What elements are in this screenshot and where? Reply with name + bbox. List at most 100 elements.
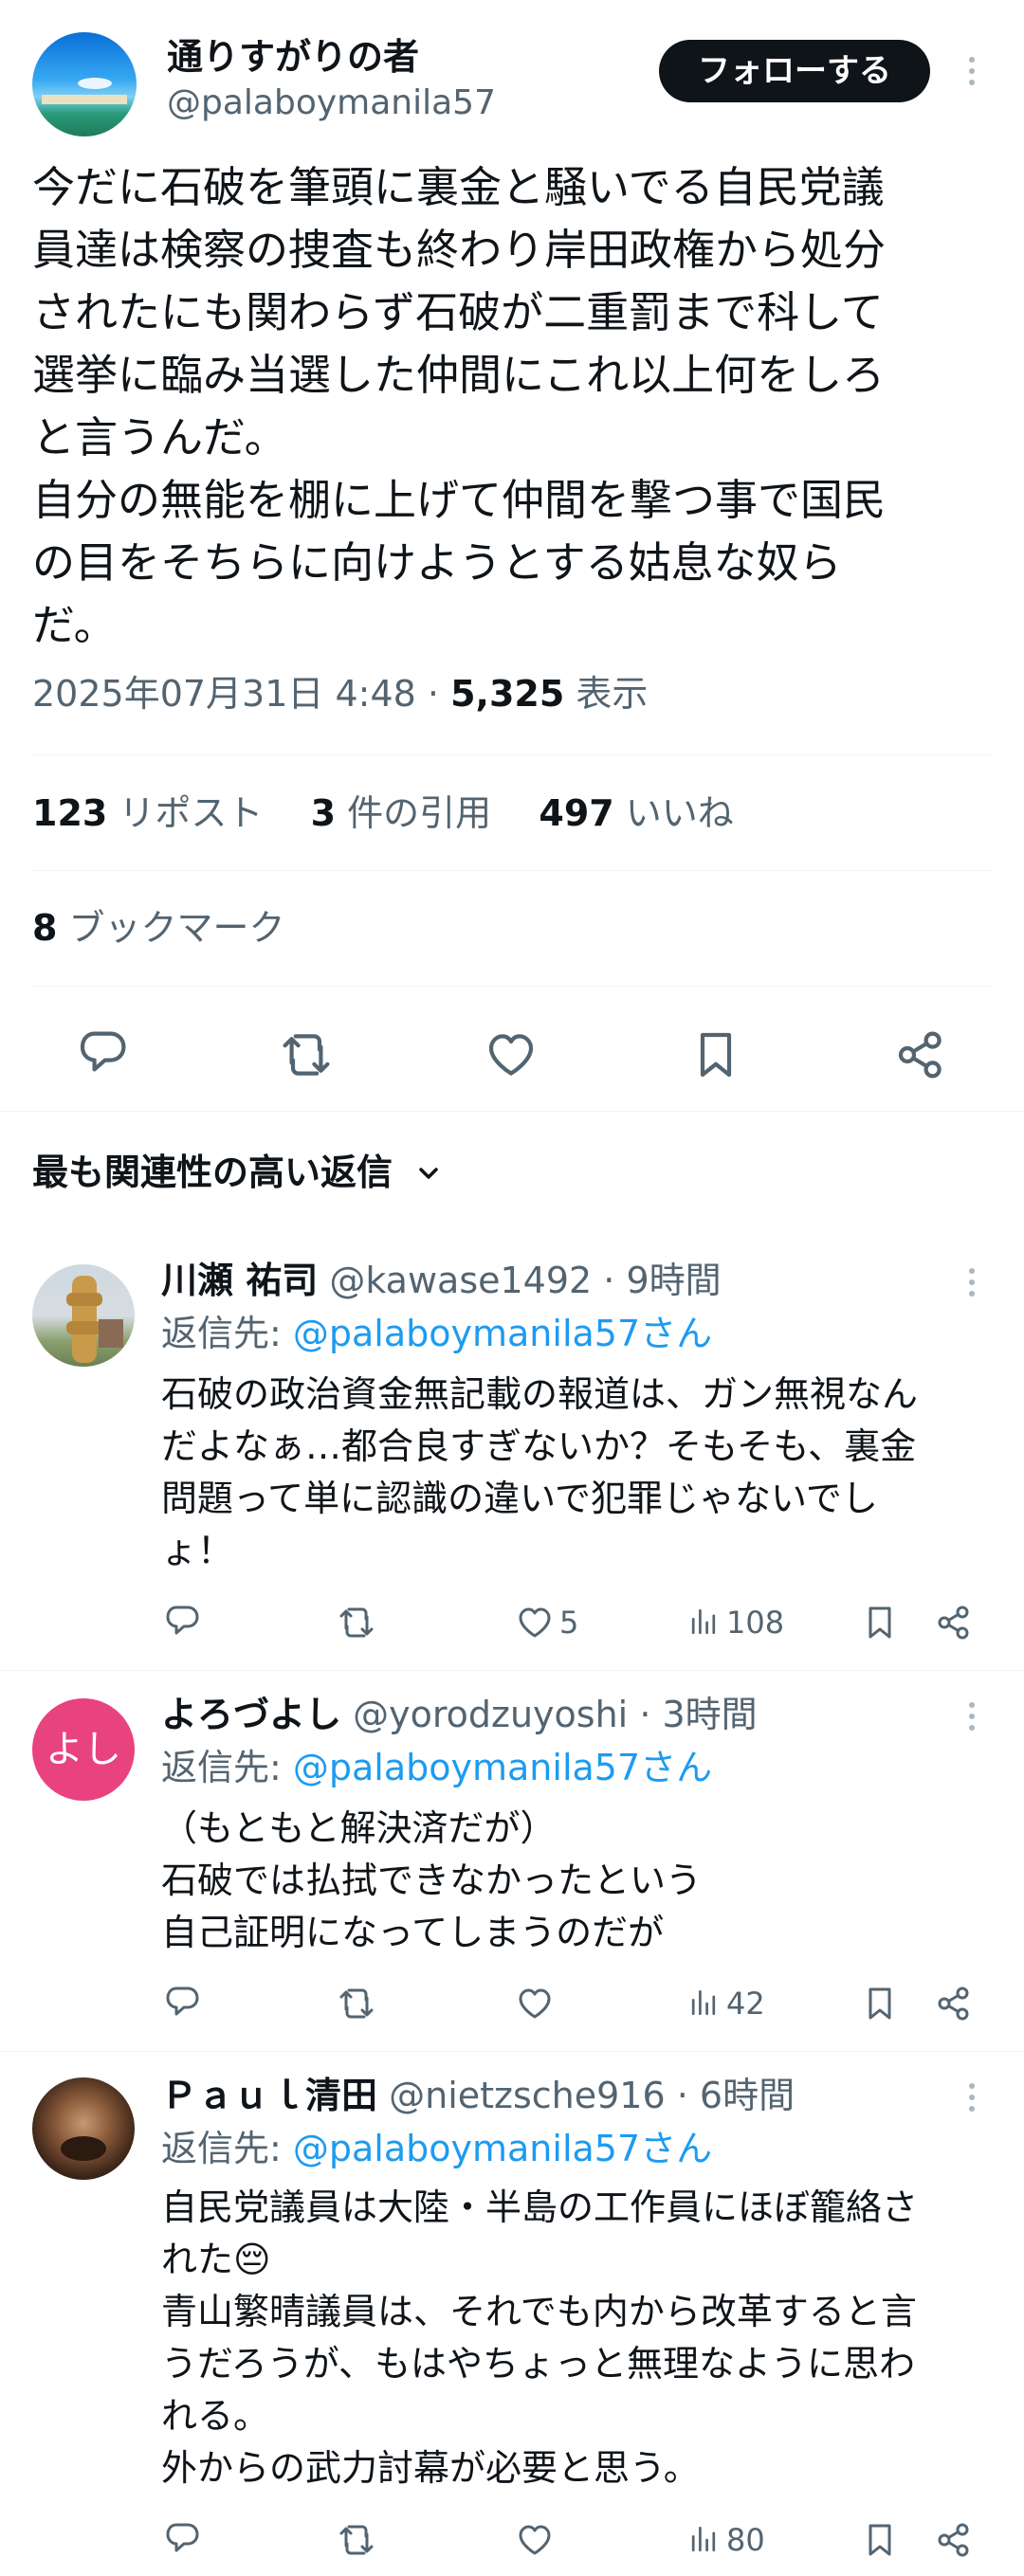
more-icon[interactable] (969, 1268, 977, 1302)
share-icon[interactable] (935, 2521, 973, 2559)
bookmark-icon[interactable] (861, 1985, 899, 2023)
author-avatar[interactable] (32, 32, 137, 136)
views-count: 80 (726, 2522, 765, 2558)
reply-icon[interactable] (163, 1604, 201, 1642)
reply-author-name[interactable]: Ｐａｕｌ清田 (161, 2075, 377, 2116)
more-icon[interactable] (969, 1702, 977, 1736)
reply-time[interactable]: · 6時間 (677, 2075, 795, 2116)
reply-to-line: 返信先: @palaboymanila57さん (161, 1310, 712, 1357)
share-icon[interactable] (935, 1985, 973, 2023)
reply-to-line: 返信先: @palaboymanila57さん (161, 2125, 712, 2172)
post-text-line: と言うんだ。 (32, 412, 287, 463)
reply-author-handle[interactable]: @yorodzuyoshi (353, 1694, 628, 1735)
reposts-label: リポスト (119, 792, 264, 834)
reply-text-line: 青山繁晴議員は、それでも内から改革すると言 (161, 2291, 917, 2332)
reply-author-name[interactable]: 川瀬 祐司 (161, 1260, 318, 1301)
share-icon[interactable] (894, 1028, 947, 1081)
avatar[interactable] (32, 2077, 135, 2180)
post-text-line: 選挙に臨み当選した仲間にこれ以上何をしろ (32, 350, 886, 400)
reply-author-handle[interactable]: @nietzsche916 (389, 2075, 666, 2116)
likes-label: いいね (625, 792, 734, 834)
reply-text-line: だよなぁ…都合良すぎないか？そもそも、裏金 (161, 1425, 917, 1467)
bookmarks-label: ブックマーク (68, 907, 285, 949)
reply-time[interactable]: · 9時間 (603, 1260, 721, 1301)
repost-icon[interactable] (280, 1028, 333, 1081)
avatar[interactable] (32, 1264, 135, 1367)
views-icon[interactable] (686, 2521, 721, 2559)
replies-sort-dropdown[interactable]: 最も関連性の高い返信 (32, 1149, 443, 1199)
reply-icon[interactable] (163, 2521, 201, 2559)
post-text-line: されたにも関わらず石破が二重罰まで科して (32, 287, 884, 337)
post-text-line: の目をそちらに向けようとする姑息な奴ら (32, 537, 842, 588)
share-icon[interactable] (935, 1604, 973, 1642)
divider (0, 1670, 1024, 1671)
reply-text-line: 外からの武力討幕が必要と思う。 (161, 2447, 700, 2489)
views-icon[interactable] (686, 1604, 721, 1642)
reply-icon[interactable] (163, 1985, 201, 2023)
bookmark-icon[interactable] (861, 1604, 899, 1642)
post-text-line: 員達は検察の捜査も終わり岸田政権から処分 (32, 225, 887, 275)
bookmarks-count: 8 (32, 907, 58, 949)
quotes-count: 3 (310, 792, 337, 834)
follow-button[interactable]: フォローする (659, 40, 930, 102)
reply-header: よろづよし @yorodzuyoshi · 3時間 (161, 1691, 758, 1738)
avatar[interactable]: よし (32, 1698, 135, 1801)
divider (0, 2051, 1024, 2052)
repost-icon[interactable] (338, 1985, 375, 2023)
likes-stat[interactable]: 497 いいね (539, 792, 733, 834)
reply-text-line: ょ！ (161, 1530, 234, 1571)
bookmarks-stat[interactable]: 8 ブックマーク (32, 904, 285, 952)
reply-to-link[interactable]: @palaboymanila57さん (293, 2128, 712, 2169)
reply-text-line: れる。 (161, 2395, 270, 2437)
heart-icon[interactable] (516, 1604, 554, 1642)
post-text-line: だ。 (32, 600, 117, 650)
repost-icon[interactable] (338, 1604, 375, 1642)
repost-icon[interactable] (338, 2521, 375, 2559)
more-icon[interactable] (969, 2083, 977, 2117)
views-icon[interactable] (686, 1985, 721, 2023)
reply-icon[interactable] (76, 1028, 129, 1081)
reply-text-line: うだろうが、もはやちょっと無理なように思わ (161, 2343, 915, 2385)
views-count: 42 (726, 1986, 765, 2022)
divider (32, 870, 992, 871)
post-text: 今だに石破を筆頭に裏金と騒いでる自民党議 員達は検察の捜査も終わり岸田政権から処… (32, 156, 999, 657)
reposts-stat[interactable]: 123 リポスト (32, 792, 275, 834)
reply-to-prefix: 返信先: (161, 1313, 293, 1354)
reply-text-line: 石破では払拭できなかったという (161, 1859, 703, 1901)
engagement-stats: 123 リポスト 3 件の引用 497 いいね (32, 789, 734, 837)
quotes-stat[interactable]: 3 件の引用 (311, 792, 503, 834)
divider (32, 754, 992, 755)
reposts-count: 123 (32, 792, 108, 834)
post-text-line: 自分の無能を棚に上げて仲間を撃つ事で国民 (32, 475, 887, 525)
reply-header: 川瀬 祐司 @kawase1492 · 9時間 (161, 1257, 722, 1304)
meta-separator: · (427, 673, 440, 715)
follow-button-label: フォローする (698, 52, 891, 90)
bookmark-icon[interactable] (689, 1028, 742, 1081)
more-icon[interactable] (969, 57, 977, 91)
heart-icon[interactable] (516, 2521, 554, 2559)
reply-time[interactable]: · 3時間 (639, 1694, 757, 1735)
reply-author-name[interactable]: よろづよし (161, 1694, 341, 1735)
reply-text-line: 自己証明になってしまうのだが (161, 1912, 665, 1953)
reply-text: 自民党議員は大陸・半島の工作員にほぼ籠絡さ れた😔 青山繁晴議員は、それでも内か… (161, 2182, 996, 2494)
views-label: 表示 (576, 673, 649, 715)
author-display-name[interactable]: 通りすがりの者 (167, 34, 419, 80)
reply-text-line: 問題って単に認識の違いで犯罪じゃないでし (161, 1478, 878, 1519)
post-timestamp[interactable]: 2025年07月31日 4:48 (32, 673, 416, 715)
replies-sort-label: 最も関連性の高い返信 (32, 1152, 393, 1193)
reply-text: （もともと解決済だが） 石破では払拭できなかったという 自己証明になってしまうの… (161, 1803, 996, 1959)
reply-text-line: れた😔 (161, 2239, 271, 2280)
reply-text-line: 石破の政治資金無記載の報道は、ガン無視なん (161, 1373, 919, 1415)
reply-to-link[interactable]: @palaboymanila57さん (293, 1747, 712, 1788)
reply-to-link[interactable]: @palaboymanila57さん (293, 1313, 712, 1354)
chevron-down-icon (414, 1152, 443, 1199)
heart-icon[interactable] (516, 1985, 554, 2023)
bookmark-icon[interactable] (861, 2521, 899, 2559)
post-meta: 2025年07月31日 4:48 · 5,325 表示 (32, 671, 648, 717)
heart-icon[interactable] (485, 1028, 538, 1081)
reply-author-handle[interactable]: @kawase1492 (329, 1260, 592, 1301)
reply-to-line: 返信先: @palaboymanila57さん (161, 1744, 712, 1791)
reply-text-line: 自民党議員は大陸・半島の工作員にほぼ籠絡さ (161, 2186, 919, 2228)
avatar-initials: よし (46, 1728, 121, 1771)
author-handle[interactable]: @palaboymanila57 (167, 82, 496, 125)
